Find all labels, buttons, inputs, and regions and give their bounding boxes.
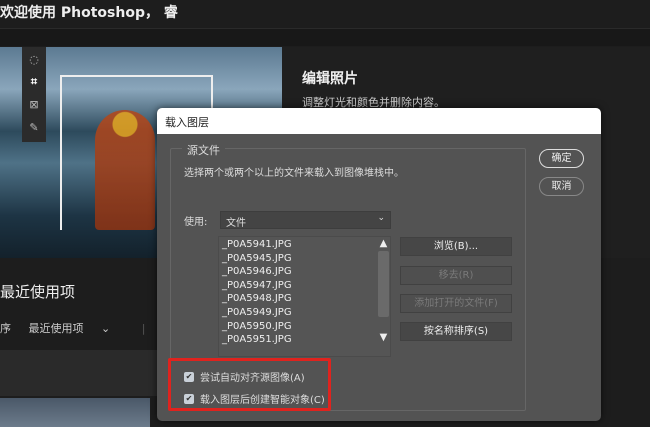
edit-photo-title: 编辑照片 <box>302 71 358 87</box>
list-item[interactable]: _P0A5951.JPG <box>219 333 390 347</box>
list-item[interactable]: _P0A5941.JPG <box>219 238 390 252</box>
load-layers-dialog: 载入图层 源文件 选择两个或两个以上的文件来载入到图像堆栈中。 确定 取消 使用… <box>157 108 601 421</box>
tool-strip: ◌ ⌗ ⊠ ✎ <box>22 47 46 142</box>
list-item[interactable]: _P0A5946.JPG <box>219 265 390 279</box>
auto-align-checkbox[interactable]: ✔ 尝试自动对齐源图像(A) <box>184 369 305 384</box>
auto-align-label: 尝试自动对齐源图像(A) <box>200 373 305 384</box>
checkbox-checked-icon[interactable]: ✔ <box>184 393 194 404</box>
list-item[interactable]: _P0A5948.JPG <box>219 292 390 306</box>
scrollbar[interactable]: ▲ ▼ <box>377 237 390 356</box>
smart-object-label: 载入图层后创建智能对象(C) <box>200 395 325 406</box>
add-open-files-button[interactable]: 添加打开的文件(F) <box>400 294 512 313</box>
frame-icon: ⊠ <box>29 98 39 111</box>
smart-object-checkbox[interactable]: ✔ 载入图层后创建智能对象(C) <box>184 391 325 406</box>
scroll-up-icon[interactable]: ▲ <box>377 238 390 249</box>
file-list[interactable]: _P0A5941.JPG _P0A5945.JPG _P0A5946.JPG _… <box>218 236 391 357</box>
top-bar <box>0 28 650 46</box>
list-item[interactable]: _P0A5950.JPG <box>219 320 390 334</box>
divider: | <box>141 322 146 335</box>
cancel-button[interactable]: 取消 <box>539 177 584 196</box>
chevron-down-icon: ⌄ <box>101 322 111 335</box>
dialog-title: 载入图层 <box>157 108 601 134</box>
sort-label: 序 <box>0 322 11 335</box>
recent-title: 最近使用项 <box>0 283 76 301</box>
sort-value: 最近使用项 <box>28 322 84 335</box>
welcome-title: 欢迎使用 Photoshop， 睿 <box>0 5 178 21</box>
list-item[interactable]: _P0A5945.JPG <box>219 252 390 266</box>
group-label: 源文件 <box>182 142 225 158</box>
content-band <box>0 350 157 396</box>
scroll-thumb[interactable] <box>378 251 389 317</box>
browse-button[interactable]: 浏览(B)... <box>400 237 512 256</box>
checkbox-checked-icon[interactable]: ✔ <box>184 371 194 382</box>
list-item[interactable]: _P0A5949.JPG <box>219 306 390 320</box>
sort-dropdown[interactable]: 最近使用项 ⌄ <box>29 322 125 335</box>
crop-icon: ⌗ <box>30 75 38 88</box>
use-select[interactable]: 文件 ⌄ <box>220 211 391 229</box>
scroll-down-icon[interactable]: ▼ <box>377 332 390 343</box>
ok-button[interactable]: 确定 <box>539 149 584 168</box>
chevron-down-icon: ⌄ <box>377 213 385 223</box>
use-label: 使用: <box>184 217 208 228</box>
recent-thumbnail[interactable] <box>0 398 150 427</box>
group-description: 选择两个或两个以上的文件来载入到图像堆栈中。 <box>184 168 404 179</box>
list-item[interactable]: _P0A5947.JPG <box>219 279 390 293</box>
eyedropper-icon: ✎ <box>29 121 39 134</box>
remove-button[interactable]: 移去(R) <box>400 266 512 285</box>
lasso-icon: ◌ <box>29 53 39 66</box>
use-value: 文件 <box>226 218 246 229</box>
sort-by-name-button[interactable]: 按名称排序(S) <box>400 322 512 341</box>
